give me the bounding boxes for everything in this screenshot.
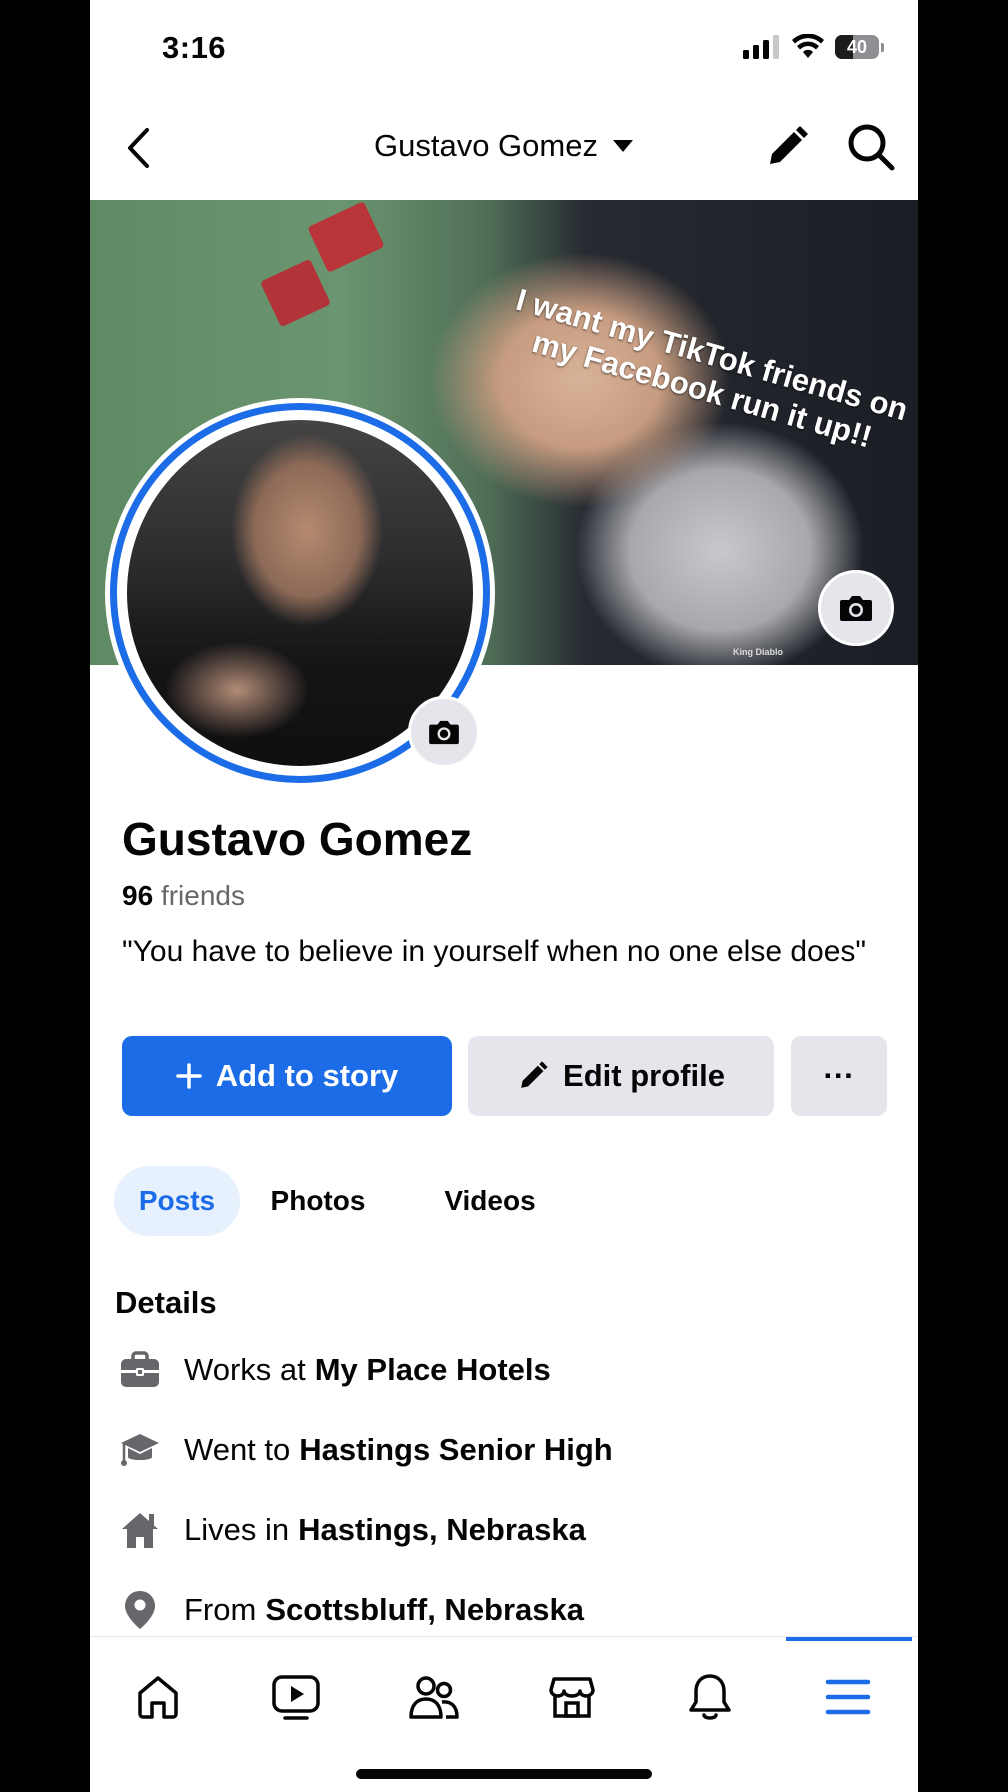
profile-bio: "You have to believe in yourself when no…	[122, 935, 867, 968]
detail-education: Went to Hastings Senior High	[118, 1420, 613, 1480]
status-time: 3:16	[162, 30, 227, 65]
home-icon	[138, 1676, 178, 1719]
briefcase-icon	[118, 1348, 162, 1392]
nav-notifications[interactable]	[670, 1665, 750, 1729]
nav-marketplace[interactable]	[532, 1665, 612, 1729]
bottom-navigation	[90, 1636, 918, 1792]
cover-watermark: King Diablo	[733, 647, 783, 657]
add-to-story-label: Add to story	[215, 1058, 399, 1093]
active-tab-indicator	[786, 1637, 912, 1641]
detail-education-value[interactable]: Hastings Senior High	[299, 1432, 612, 1468]
detail-work-prefix: Works at	[184, 1352, 306, 1387]
graduation-cap-icon	[118, 1428, 162, 1472]
friends-count: 96	[122, 880, 154, 911]
tab-photos[interactable]: Photos	[258, 1166, 378, 1236]
nav-friends[interactable]	[394, 1665, 474, 1729]
home-indicator	[356, 1769, 652, 1779]
detail-hometown-prefix: From	[184, 1592, 257, 1627]
home-icon	[118, 1508, 162, 1552]
detail-hometown: From Scottsbluff, Nebraska	[118, 1580, 584, 1640]
add-to-story-button[interactable]: Add to story	[122, 1036, 452, 1116]
tab-videos[interactable]: Videos	[430, 1166, 550, 1236]
edit-profile-label: Edit profile	[563, 1058, 725, 1093]
friends-count-link[interactable]: 96 friends	[122, 880, 245, 912]
detail-residence-prefix: Lives in	[184, 1512, 290, 1547]
menu-icon	[825, 1679, 871, 1715]
phone-screen: 3:16 40 Gustavo Gomez I want my TikTok f…	[90, 0, 918, 1792]
search-icon	[848, 124, 895, 171]
cellular-signal-icon	[743, 35, 779, 59]
cover-camera-button[interactable]	[818, 570, 894, 646]
nav-video[interactable]	[256, 1665, 336, 1729]
detail-residence: Lives in Hastings, Nebraska	[118, 1500, 586, 1560]
nav-home[interactable]	[118, 1665, 198, 1729]
bell-icon	[689, 1674, 731, 1720]
friends-icon	[409, 1676, 459, 1719]
plus-icon	[175, 1063, 202, 1089]
status-icons: 40	[743, 34, 884, 60]
pencil-icon	[521, 1061, 548, 1088]
edit-button[interactable]	[764, 124, 810, 170]
friends-label: friends	[160, 880, 245, 911]
profile-name: Gustavo Gomez	[122, 813, 473, 865]
more-options-button[interactable]: ···	[791, 1036, 887, 1116]
nav-menu[interactable]	[808, 1665, 888, 1729]
header-title: Gustavo Gomez	[374, 128, 598, 163]
tab-posts[interactable]: Posts	[114, 1166, 240, 1236]
camera-icon	[429, 720, 459, 745]
search-button[interactable]	[846, 122, 896, 172]
detail-work-value[interactable]: My Place Hotels	[315, 1352, 551, 1388]
battery-indicator: 40	[835, 35, 884, 59]
edit-profile-button[interactable]: Edit profile	[468, 1036, 774, 1116]
detail-residence-value[interactable]: Hastings, Nebraska	[298, 1512, 586, 1548]
caret-down-icon	[612, 140, 633, 152]
battery-percent: 40	[846, 37, 868, 57]
video-icon	[272, 1675, 320, 1720]
marketplace-icon	[549, 1677, 595, 1718]
detail-work: Works at My Place Hotels	[118, 1340, 551, 1400]
camera-icon	[840, 596, 872, 621]
wifi-icon	[792, 34, 824, 58]
pencil-icon	[770, 126, 808, 164]
more-options-label: ···	[823, 1058, 855, 1093]
profile-camera-button[interactable]	[408, 696, 480, 768]
detail-education-prefix: Went to	[184, 1432, 291, 1467]
cover-caption: I want my TikTok friends on my Facebook …	[512, 282, 912, 455]
location-pin-icon	[118, 1588, 162, 1632]
detail-hometown-value[interactable]: Scottsbluff, Nebraska	[265, 1592, 584, 1628]
details-heading: Details	[115, 1285, 217, 1320]
